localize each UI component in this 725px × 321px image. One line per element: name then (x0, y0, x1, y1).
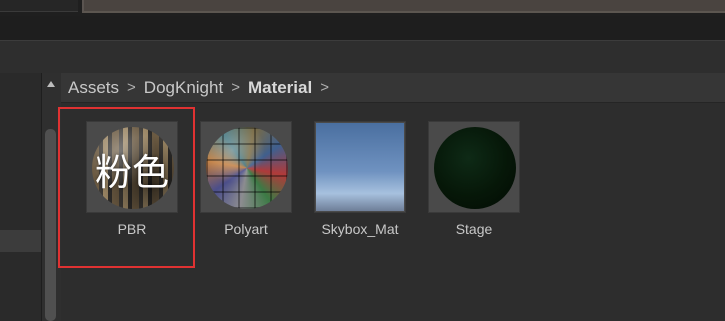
asset-label: Skybox_Mat (321, 221, 399, 237)
breadcrumb-dogknight[interactable]: DogKnight (144, 78, 223, 98)
skybox-material-icon (316, 123, 404, 211)
chevron-right-icon: > (320, 79, 329, 96)
folder-tree-panel[interactable] (0, 73, 41, 321)
asset-label: Polyart (224, 221, 268, 237)
top-strip (0, 0, 725, 16)
breadcrumb-assets[interactable]: Assets (68, 78, 119, 98)
asset-browser: Assets > DogKnight > Material > 粉色 PBR P… (61, 73, 725, 321)
chevron-right-icon: > (127, 79, 136, 96)
chevron-right-icon: > (231, 79, 240, 96)
stage-material-sphere-icon (434, 127, 516, 209)
thumbnail-overlay-text: 粉色 (95, 151, 169, 194)
asset-thumbnail[interactable]: 粉色 (86, 121, 178, 213)
asset-label: PBR (117, 221, 147, 237)
scroll-up-arrow-icon[interactable] (47, 81, 55, 87)
asset-thumbnail[interactable] (314, 121, 406, 213)
asset-thumbnail[interactable] (200, 121, 292, 213)
breadcrumb: Assets > DogKnight > Material > (61, 73, 725, 103)
asset-item-pbr[interactable]: 粉色 PBR (82, 121, 182, 237)
top-left-panel (0, 0, 78, 12)
folder-tree-scrollbar[interactable] (41, 73, 61, 321)
breadcrumb-material[interactable]: Material (248, 78, 312, 98)
asset-label: Stage (455, 221, 493, 237)
asset-thumbnail[interactable] (428, 121, 520, 213)
asset-item-skybox-mat[interactable]: Skybox_Mat (310, 121, 410, 237)
scrollbar-thumb[interactable] (45, 129, 56, 321)
scene-view-edge (82, 0, 725, 13)
asset-item-stage[interactable]: Stage (424, 121, 524, 237)
polyart-material-sphere-icon (206, 127, 288, 209)
folder-tree-selected-row[interactable] (0, 230, 41, 252)
project-toolbar (0, 40, 725, 74)
asset-item-polyart[interactable]: Polyart (196, 121, 296, 237)
panel-separator (0, 16, 725, 40)
